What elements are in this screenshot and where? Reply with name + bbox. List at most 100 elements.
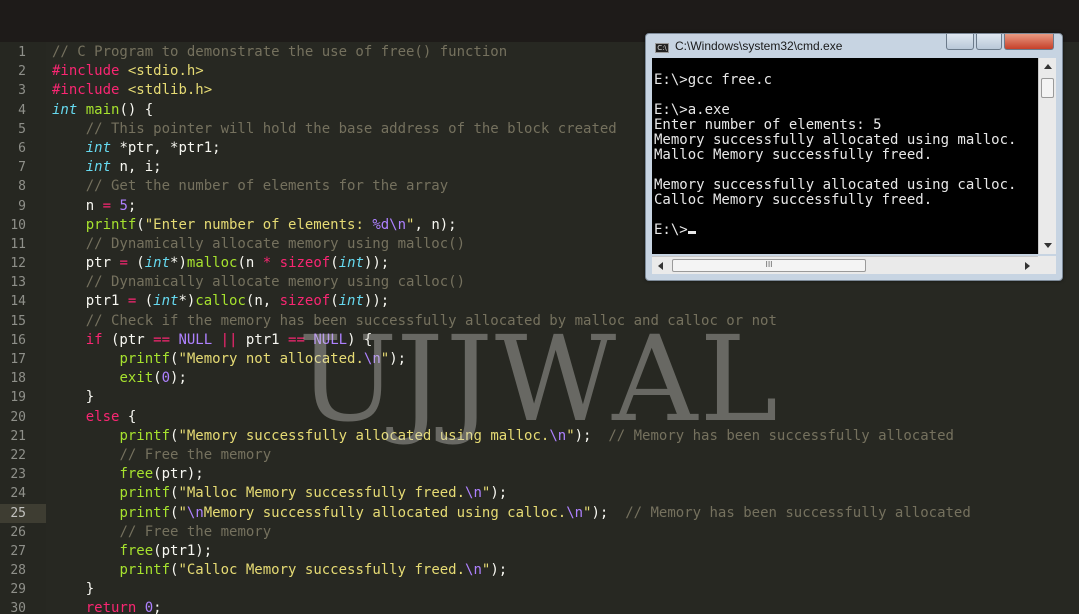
code-text: int *ptr, *ptr1;: [85, 139, 221, 156]
code-text: // Dynamically allocate memory using mal…: [85, 235, 466, 252]
cmd-console-output[interactable]: E:\>gcc free.c E:\>a.exe Enter number of e…: [652, 58, 1038, 254]
line-number: 4: [18, 102, 26, 118]
cmd-app-icon: C:\: [655, 43, 669, 53]
line-number: 20: [10, 409, 26, 425]
minimize-button[interactable]: [946, 34, 974, 50]
code-text: else {: [85, 408, 137, 425]
code-text: n = 5;: [52, 197, 137, 214]
code-line[interactable]: 15 // Check if the memory has been succe…: [0, 312, 1079, 331]
line-number: 9: [18, 198, 26, 214]
resize-grip[interactable]: [1038, 256, 1056, 274]
vertical-scroll-thumb[interactable]: [1041, 78, 1054, 98]
line-number: 13: [10, 275, 26, 291]
code-text: }: [52, 389, 95, 406]
code-line[interactable]: 14 ptr1 = (int*)calloc(n, sizeof(int));: [0, 292, 1079, 311]
code-text: printf("Memory successfully allocated us…: [119, 427, 954, 444]
console-line: Malloc Memory successfully freed.: [652, 148, 1038, 163]
code-line[interactable]: 20 else {: [0, 408, 1079, 427]
console-line: Enter number of elements: 5: [652, 118, 1038, 133]
code-text: if (ptr == NULL || ptr1 == NULL) {: [85, 331, 373, 348]
code-line[interactable]: 26 // Free the memory: [0, 523, 1079, 542]
code-text: printf("Calloc Memory successfully freed…: [119, 562, 508, 579]
close-button[interactable]: [1004, 34, 1054, 50]
code-text: return 0;: [85, 600, 162, 614]
horizontal-scroll-thumb[interactable]: III: [672, 259, 866, 272]
line-number: 24: [10, 486, 26, 502]
code-line[interactable]: 23 free(ptr);: [0, 465, 1079, 484]
console-line: E:\>a.exe: [652, 103, 1038, 118]
console-line-text: E:\>a.exe: [654, 102, 730, 118]
code-line[interactable]: 17 printf("Memory not allocated.\n");: [0, 350, 1079, 369]
code-text: // This pointer will hold the base addre…: [85, 120, 617, 137]
code-text: free(ptr1);: [119, 542, 213, 559]
line-number: 28: [10, 563, 26, 579]
code-text: int main() {: [52, 101, 154, 118]
console-line: Calloc Memory successfully freed.: [652, 193, 1038, 208]
line-number: 23: [10, 467, 26, 483]
code-line[interactable]: 30 return 0;: [0, 599, 1079, 614]
console-line-text: E:\>: [654, 222, 688, 238]
code-text: // Free the memory: [119, 523, 272, 540]
line-number: 12: [10, 256, 26, 272]
code-text: #include <stdlib.h>: [52, 82, 213, 99]
console-line-text: Memory successfully allocated using mall…: [654, 132, 1017, 148]
line-number: 22: [10, 447, 26, 463]
scroll-right-arrow-icon[interactable]: [1025, 262, 1030, 270]
scroll-down-arrow-icon[interactable]: [1044, 243, 1052, 248]
console-line-text: Memory successfully allocated using call…: [654, 177, 1017, 193]
line-number: 29: [10, 582, 26, 598]
line-number: 14: [10, 294, 26, 310]
maximize-button[interactable]: [976, 34, 1002, 50]
console-line-text: Malloc Memory successfully freed.: [654, 147, 933, 163]
code-line[interactable]: 18 exit(0);: [0, 369, 1079, 388]
line-number: 26: [10, 524, 26, 540]
code-text: printf("Malloc Memory successfully freed…: [119, 485, 508, 502]
line-number: 27: [10, 543, 26, 559]
code-text: printf("Enter number of elements: %d\n",…: [85, 216, 457, 233]
scroll-left-arrow-icon[interactable]: [658, 262, 663, 270]
code-line[interactable]: 28 printf("Calloc Memory successfully fr…: [0, 561, 1079, 580]
code-text: ptr1 = (int*)calloc(n, sizeof(int));: [52, 293, 390, 310]
cmd-window-title: C:\Windows\system32\cmd.exe: [675, 39, 843, 53]
console-line: E:\>gcc free.c: [652, 73, 1038, 88]
code-line[interactable]: 29 }: [0, 580, 1079, 599]
line-number: 10: [10, 217, 26, 233]
code-text: // Free the memory: [119, 446, 272, 463]
line-number: 17: [10, 352, 26, 367]
code-line[interactable]: 27 free(ptr1);: [0, 542, 1079, 561]
code-text: free(ptr);: [119, 466, 204, 483]
line-number: 21: [10, 428, 26, 444]
code-text: // C Program to demonstrate the use of f…: [52, 44, 508, 60]
console-line: E:\>: [652, 223, 1038, 238]
line-number: 3: [18, 83, 26, 99]
console-line-text: Enter number of elements: 5: [654, 117, 882, 133]
line-number: 25: [0, 503, 46, 523]
code-text: #include <stdio.h>: [52, 63, 204, 80]
code-text: // Dynamically allocate memory using cal…: [85, 274, 466, 291]
code-line[interactable]: 24 printf("Malloc Memory successfully fr…: [0, 484, 1079, 503]
code-line[interactable]: 16 if (ptr == NULL || ptr1 == NULL) {: [0, 331, 1079, 350]
code-text: exit(0);: [119, 370, 187, 387]
code-text: printf("\nMemory successfully allocated …: [119, 504, 971, 521]
line-number: 11: [10, 236, 26, 252]
horizontal-scrollbar[interactable]: III: [652, 256, 1038, 274]
code-line[interactable]: 19 }: [0, 388, 1079, 407]
cmd-title-bar[interactable]: C:\ C:\Windows\system32\cmd.exe: [646, 34, 1062, 58]
vertical-scrollbar[interactable]: [1038, 58, 1056, 254]
line-number: 7: [18, 160, 26, 176]
line-number: 2: [18, 64, 26, 80]
console-cursor: [687, 231, 696, 234]
code-text: ptr = (int*)malloc(n * sizeof(int));: [52, 255, 390, 272]
line-number: 18: [10, 371, 26, 387]
code-text: printf("Memory not allocated.\n");: [119, 351, 407, 367]
line-number: 16: [10, 332, 26, 348]
code-line[interactable]: 22 // Free the memory: [0, 446, 1079, 465]
code-text: // Get the number of elements for the ar…: [85, 178, 449, 195]
scroll-up-arrow-icon[interactable]: [1044, 64, 1052, 69]
code-line[interactable]: 25 printf("\nMemory successfully allocat…: [0, 503, 1079, 523]
cmd-window[interactable]: C:\ C:\Windows\system32\cmd.exe E:\>gcc …: [645, 33, 1063, 281]
code-line[interactable]: 21 printf("Memory successfully allocated…: [0, 427, 1079, 446]
